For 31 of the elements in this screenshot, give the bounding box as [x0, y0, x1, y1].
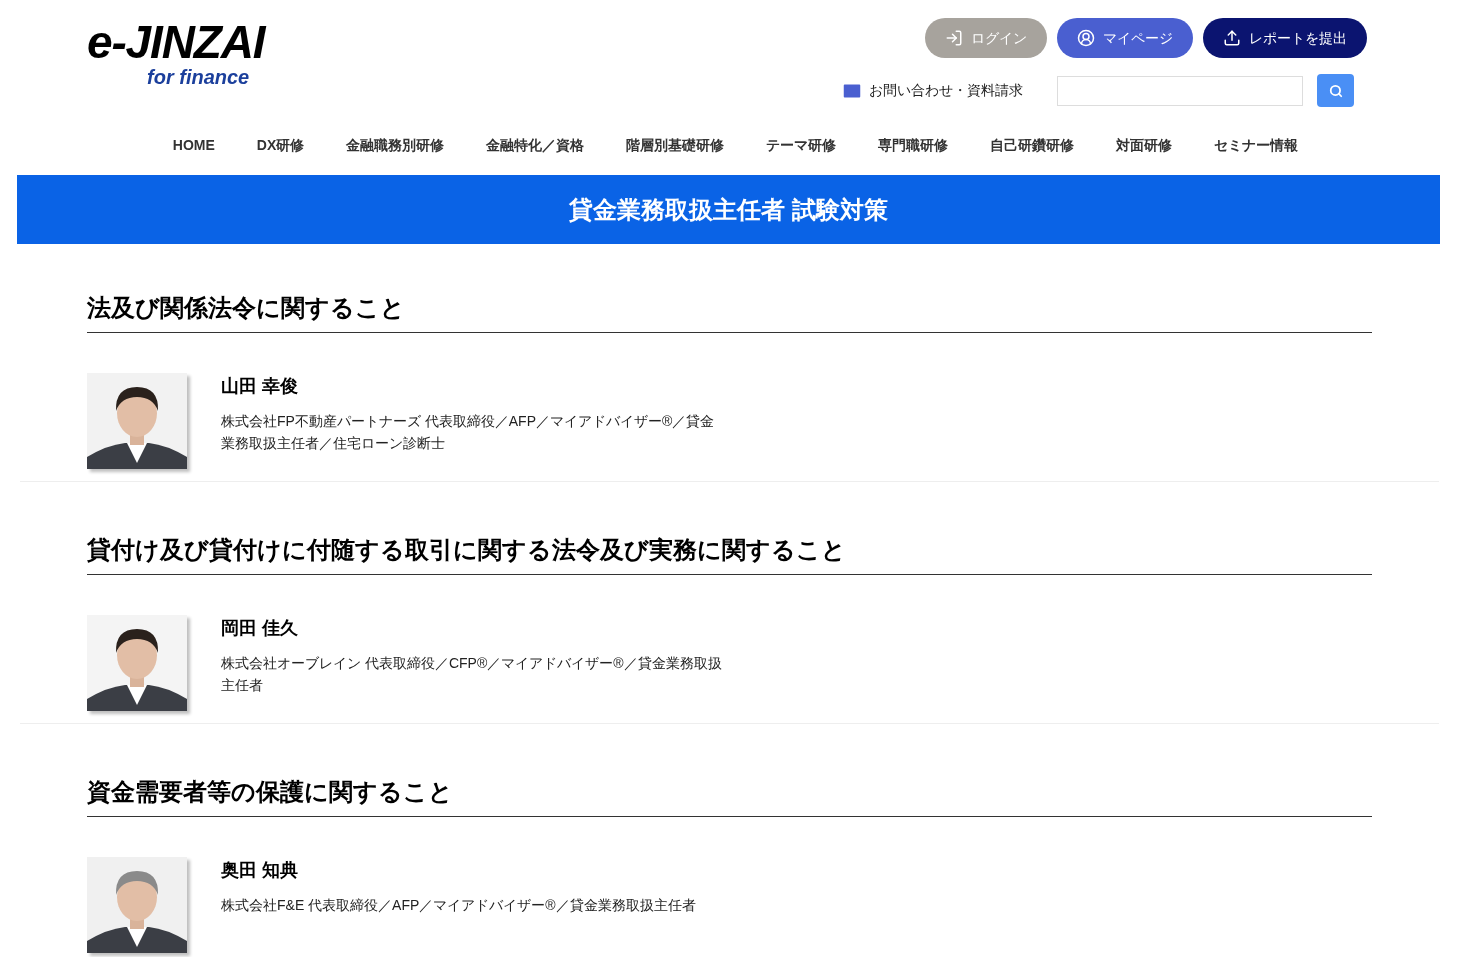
instructor-name: 奥田 知典 — [221, 859, 299, 882]
nav-link[interactable]: 金融職務別研修 — [346, 135, 445, 175]
upload-icon — [1223, 29, 1241, 47]
nav-link[interactable]: 対面研修 — [1116, 135, 1173, 175]
header-button[interactable]: マイページ — [1057, 18, 1193, 58]
section-heading: 法及び関係法令に関すること — [87, 290, 1372, 333]
nav-link[interactable]: 階層別基礎研修 — [626, 135, 725, 175]
search-field[interactable] — [1057, 75, 1303, 106]
nav-link[interactable]: セミナー情報 — [1214, 135, 1299, 175]
search-button[interactable] — [1317, 74, 1354, 107]
section-heading: 資金需要者等の保護に関すること — [87, 774, 1372, 817]
nav-link[interactable]: HOME — [172, 135, 215, 175]
nav-link[interactable]: テーマ研修 — [766, 135, 837, 175]
nav-link[interactable]: 金融特化／資格 — [486, 135, 585, 175]
contact-link[interactable]: お問い合わせ・資料請求 — [869, 80, 1023, 101]
instructor-name: 山田 幸俊 — [221, 375, 299, 398]
instructor-profile: 株式会社F&E 代表取締役／AFP／マイアドバイザー®／貸金業務取扱主任者 — [221, 896, 696, 915]
instructor-profile: 株式会社FP不動産パートナーズ 代表取締役／AFP／マイアドバイザー®／貸金業務取扱主任者／住宅ローン診断士 — [221, 412, 716, 453]
section-heading: 貸付け及び貸付けに付随する取引に関する法令及び実務に関すること — [87, 532, 1372, 575]
user-icon — [1077, 29, 1095, 47]
login-icon — [945, 29, 963, 47]
instructor-name: 岡田 佳久 — [221, 617, 299, 640]
logo-title[interactable]: e-JINZAI — [87, 18, 265, 66]
instructor-profile: 株式会社オーブレイン 代表取締役／CFP®／マイアドバイザー®／貸金業務取扱主任者 — [221, 654, 723, 695]
nav-link[interactable]: 自己研鑽研修 — [990, 135, 1075, 175]
header-button[interactable]: レポートを提出 — [1203, 18, 1367, 58]
logo-tagline: for finance — [146, 66, 251, 88]
nav-link[interactable]: DX研修 — [256, 135, 305, 175]
search-icon — [1328, 83, 1343, 98]
title-banner: 貸金業務取扱主任者 試験対策 — [17, 175, 1440, 244]
nav-link[interactable]: 専門職研修 — [878, 135, 949, 175]
